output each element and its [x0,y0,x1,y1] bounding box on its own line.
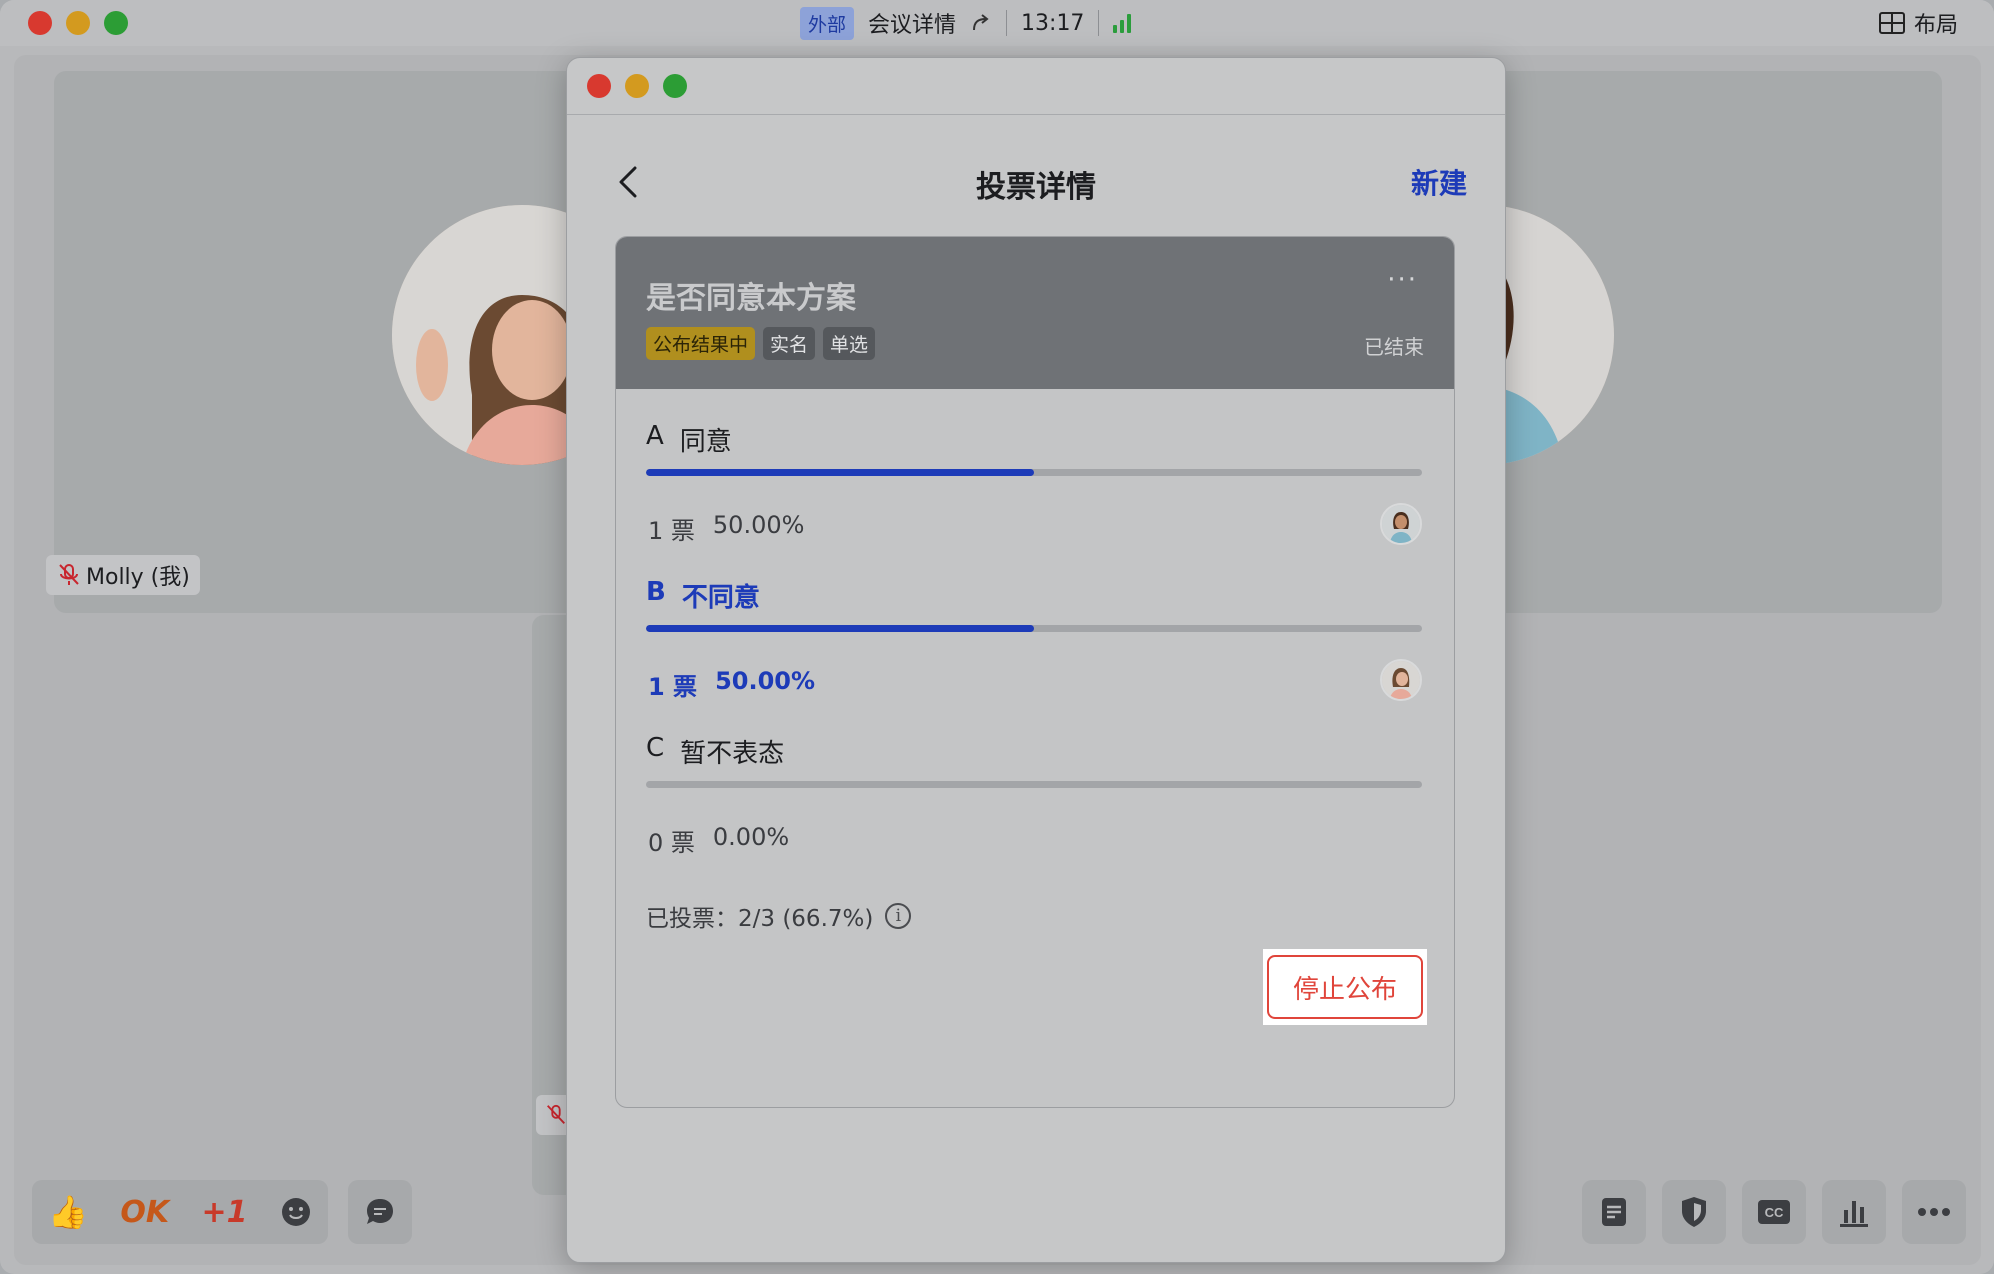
poll-status: 已结束 [1364,335,1424,359]
option-letter: C [646,733,665,763]
closed-captions-icon: CC [1758,1200,1790,1224]
option-text: 同意 [679,427,732,457]
poll-option-selected: B 不同意 1 票 50.00% [646,577,1422,701]
meeting-info-bar: 外部 会议详情 13:17 [800,6,1132,40]
external-badge: 外部 [800,6,855,40]
poll-question: 是否同意本方案 [646,281,856,316]
shield-icon [1682,1197,1706,1227]
option-progress-track [646,781,1422,788]
poll-header: 是否同意本方案 ··· 公布结果中 实名 单选 已结束 [616,237,1454,389]
poll-button[interactable] [1822,1180,1886,1244]
emoji-icon[interactable] [280,1196,312,1228]
security-button[interactable] [1662,1180,1726,1244]
option-votes: 0 票 [648,829,695,857]
dialog-window-controls [587,74,687,98]
option-letter: B [646,577,666,607]
poll-more-icon[interactable]: ··· [1387,265,1418,295]
reactions-bar: 👍 OK +1 [32,1180,328,1244]
option-text: 暂不表态 [680,739,785,769]
option-votes: 1 票 [648,673,698,701]
option-text: 不同意 [681,583,760,613]
notes-button[interactable] [1582,1180,1646,1244]
option-stats: 1 票 50.00% [648,667,815,702]
svg-text:CC: CC [1765,1205,1784,1220]
chat-bubble-icon [367,1199,393,1224]
share-icon[interactable] [970,12,992,34]
option-progress-fill [646,625,1034,632]
new-poll-button[interactable]: 新建 [1411,162,1467,202]
dialog-header: 投票详情 新建 [567,154,1505,210]
more-options-button[interactable] [1902,1180,1966,1244]
title-bar: 外部 会议详情 13:17 布局 [0,0,1994,46]
dialog-minimize-button[interactable] [625,74,649,98]
layout-label: 布局 [1913,13,1958,38]
stop-publish-highlight: 停止公布 [1263,949,1427,1025]
divider [1006,10,1008,36]
document-icon [1602,1198,1626,1226]
voter-avatar[interactable] [1380,659,1422,701]
tag-named: 实名 [763,327,816,360]
vote-summary: 已投票：2/3 (66.7%) i [646,899,912,933]
poll-option: A 同意 1 票 50.00% [646,421,1422,545]
divider [1098,10,1100,36]
grid-layout-icon [1878,12,1905,34]
poll-tags: 公布结果中 实名 单选 [646,327,876,360]
more-dots-icon [1918,1208,1950,1216]
layout-button[interactable]: 布局 [1878,6,1958,40]
thumbs-up-icon[interactable]: 👍 [48,1193,88,1231]
tag-publishing: 公布结果中 [646,327,756,360]
option-stats: 1 票 50.00% [648,511,804,546]
option-letter: A [646,421,664,451]
participant-name: Molly (我) [86,565,190,590]
option-label: A 同意 [646,421,1422,458]
divider [567,114,1505,115]
mic-muted-icon [547,1104,565,1124]
option-label: C 暂不表态 [646,733,1422,770]
participant-name-tag: Molly (我) [46,555,200,595]
info-icon[interactable]: i [885,903,912,929]
bar-chart-icon [1840,1201,1868,1227]
network-signal-icon[interactable] [1113,13,1132,33]
minimize-window-button[interactable] [66,11,90,35]
dialog-close-button[interactable] [587,74,611,98]
close-window-button[interactable] [28,11,52,35]
chat-button[interactable] [348,1180,412,1244]
captions-button[interactable]: CC [1742,1180,1806,1244]
tag-single-choice: 单选 [823,327,876,360]
option-stats: 0 票 0.00% [648,823,789,858]
poll-option: C 暂不表态 0 票 0.00% [646,733,1422,857]
dialog-title: 投票详情 [976,170,1096,205]
option-percent: 50.00% [712,511,805,539]
vote-summary-text: 已投票：2/3 (66.7%) [646,906,874,932]
poll-card: 是否同意本方案 ··· 公布结果中 实名 单选 已结束 A 同意 1 票 50.… [615,236,1455,1108]
stop-publish-button[interactable]: 停止公布 [1267,955,1423,1019]
option-percent: 50.00% [715,667,816,695]
option-votes: 1 票 [648,517,695,545]
meeting-time: 13:17 [1021,10,1085,36]
option-label: B 不同意 [646,577,1422,614]
option-progress-fill [646,469,1034,476]
voter-avatar[interactable] [1380,503,1422,545]
option-progress-track [646,625,1422,632]
option-percent: 0.00% [712,823,790,851]
meeting-details-link[interactable]: 会议详情 [868,7,956,39]
dialog-title-bar [567,58,1505,114]
poll-details-dialog: 投票详情 新建 是否同意本方案 ··· 公布结果中 实名 单选 已结束 A 同意 [566,57,1506,1263]
meeting-window: 外部 会议详情 13:17 布局 Molly (我) 👍 OK +1 CC 投票… [0,0,1994,1274]
window-controls [28,11,128,35]
option-progress-track [646,469,1422,476]
reaction-ok[interactable]: OK [120,1195,169,1230]
dialog-maximize-button[interactable] [663,74,687,98]
maximize-window-button[interactable] [104,11,128,35]
reaction-plus-one[interactable]: +1 [201,1195,247,1230]
mic-muted-icon [59,564,79,585]
